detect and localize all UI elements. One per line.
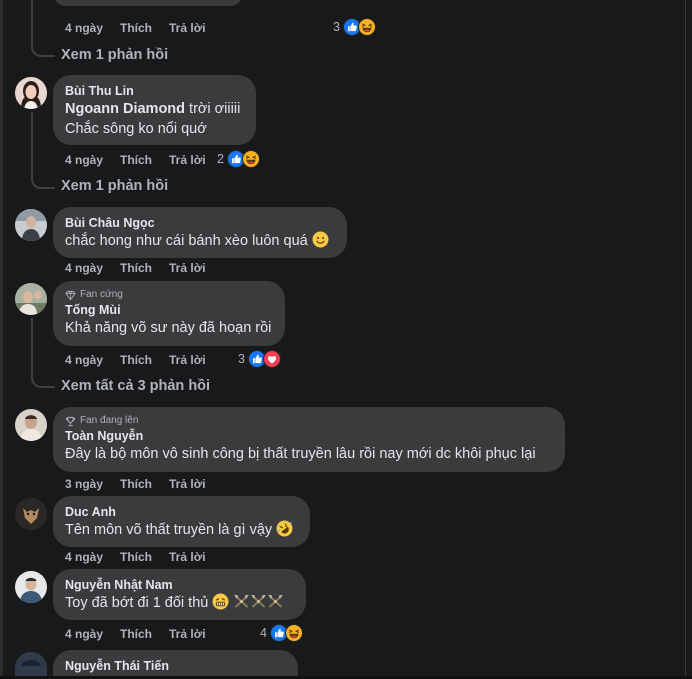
thread-connector [31, 177, 55, 189]
haha-icon [358, 18, 376, 36]
rofl-emoji-icon [276, 520, 293, 537]
badge-label: Fan đang lên [80, 415, 139, 426]
reaction-summary[interactable]: 3 [238, 350, 281, 368]
comment-author[interactable]: Nguyễn Nhật Nam [65, 577, 294, 593]
comment-bubble: Bùi Châu Ngọc chắc hong như cái bánh xèo… [53, 207, 347, 258]
comment-bubble [53, 0, 243, 6]
comment-author[interactable]: Bùi Châu Ngọc [65, 215, 335, 231]
reaction-count: 4 [260, 626, 267, 640]
avatar[interactable] [15, 409, 47, 441]
comment-time[interactable]: 4 ngày [65, 353, 103, 367]
comment-bubble: Bùi Thu Lin Ngoann Diamond trời ơiiiii C… [53, 75, 256, 145]
comment-actions: 4 ngày Thích Trả lời [65, 260, 223, 276]
badge-label: Fan cứng [80, 289, 123, 300]
comment-text-part: trời ơiiiii [185, 101, 241, 117]
comment-author[interactable]: Tống Mùi [65, 302, 273, 318]
love-icon [263, 350, 281, 368]
comment-actions: 4 ngày Thích Trả lời [65, 549, 223, 565]
reply-button[interactable]: Trả lời [169, 21, 206, 35]
crossed-swords-icon [267, 593, 284, 610]
avatar[interactable] [15, 571, 47, 603]
comment-time[interactable]: 4 ngày [65, 627, 103, 641]
like-button[interactable]: Thích [120, 550, 152, 564]
comment-bubble: Nguyễn Thái Tiến [53, 650, 298, 676]
comment-author[interactable]: Bùi Thu Lin [65, 83, 244, 99]
comment-bubble: Duc Anh Tên môn võ thất truyền là gì vậy [53, 496, 310, 547]
comment-time[interactable]: 4 ngày [65, 21, 103, 35]
right-divider [685, 0, 686, 679]
comment-text-line: Chắc sông ko nổi quớ [65, 121, 207, 137]
thread-line [31, 318, 33, 376]
comment-text: Ngoann Diamond trời ơiiiii [65, 99, 244, 119]
like-button[interactable]: Thích [120, 353, 152, 367]
avatar[interactable] [15, 283, 47, 315]
reply-button[interactable]: Trả lời [169, 477, 206, 491]
comment-time[interactable]: 3 ngày [65, 477, 103, 491]
like-button[interactable]: Thích [120, 477, 152, 491]
comment-text: Khả năng võ sư này đã hoạn rồi [65, 320, 272, 336]
comment-actions: 4 ngày Thích Trả lời [65, 152, 223, 168]
comment-author[interactable]: Toàn Nguyễn [65, 428, 553, 444]
comment-text-content: Toy đã bớt đi 1 đối thủ [65, 595, 209, 611]
comment-text: Tên môn võ thất truyền là gì vậy [65, 520, 298, 540]
smile-emoji-icon [312, 231, 329, 248]
comment-bubble: Fan đang lên Toàn Nguyễn Đây là bộ môn v… [53, 407, 565, 472]
reply-button[interactable]: Trả lời [169, 550, 206, 564]
thread-line [31, 112, 33, 177]
comment-actions: 4 ngày Thích Trả lời [65, 20, 223, 36]
avatar[interactable] [15, 209, 47, 241]
haha-icon [242, 150, 260, 168]
diamond-icon [65, 290, 76, 301]
comment-bubble: Nguyễn Nhật Nam Toy đã bớt đi 1 đối thủ [53, 569, 306, 620]
comment-text: Toy đã bớt đi 1 đối thủ [65, 593, 294, 613]
reaction-summary[interactable]: 4 [260, 624, 303, 642]
comment-time[interactable]: 4 ngày [65, 153, 103, 167]
thread-connector [31, 45, 55, 57]
left-edge [0, 0, 3, 679]
like-button[interactable]: Thích [120, 627, 152, 641]
comment-author[interactable]: Duc Anh [65, 504, 298, 520]
grin-emoji-icon [212, 593, 229, 610]
like-button[interactable]: Thích [120, 21, 152, 35]
comment-time[interactable]: 4 ngày [65, 550, 103, 564]
crossed-swords-icon [233, 593, 250, 610]
reply-button[interactable]: Trả lời [169, 153, 206, 167]
reaction-summary[interactable]: 2 [217, 150, 260, 168]
reaction-count: 3 [238, 352, 245, 366]
comment-actions: 4 ngày Thích Trả lời [65, 626, 223, 642]
comment-text: Đây là bộ môn vô sinh công bị thất truyề… [65, 446, 536, 462]
thread-line [31, 0, 33, 46]
like-button[interactable]: Thích [120, 153, 152, 167]
reaction-count: 3 [333, 20, 340, 34]
crossed-swords-icon [250, 593, 267, 610]
comment-text-content: chắc hong như cái bánh xèo luôn quá [65, 233, 308, 249]
reply-button[interactable]: Trả lời [169, 627, 206, 641]
thread-connector [31, 376, 55, 388]
like-button[interactable]: Thích [120, 261, 152, 275]
comment-actions: 4 ngày Thích Trả lời [65, 352, 223, 368]
trophy-icon [65, 416, 76, 427]
avatar[interactable] [15, 652, 47, 676]
comment-bubble: Fan cứng Tống Mùi Khả năng võ sư này đã … [53, 281, 285, 346]
fan-badge: Fan đang lên [65, 414, 553, 428]
reply-button[interactable]: Trả lời [169, 353, 206, 367]
reply-button[interactable]: Trả lời [169, 261, 206, 275]
haha-icon [285, 624, 303, 642]
reaction-summary[interactable]: 3 [333, 18, 376, 36]
comment-text: chắc hong như cái bánh xèo luôn quá [65, 231, 335, 251]
avatar[interactable] [15, 77, 47, 109]
fan-badge: Fan cứng [65, 288, 273, 302]
reaction-count: 2 [217, 152, 224, 166]
comment-actions: 3 ngày Thích Trả lời [65, 476, 223, 492]
avatar[interactable] [15, 498, 47, 530]
view-replies-link[interactable]: Xem 1 phản hồi [61, 178, 168, 194]
comment-author[interactable]: Nguyễn Thái Tiến [65, 658, 286, 674]
comment-text-content: Tên môn võ thất truyền là gì vậy [65, 522, 273, 538]
mention-link[interactable]: Ngoann Diamond [65, 101, 185, 117]
view-replies-link[interactable]: Xem tất cả 3 phản hồi [61, 378, 210, 394]
view-replies-link[interactable]: Xem 1 phản hồi [61, 47, 168, 63]
comment-time[interactable]: 4 ngày [65, 261, 103, 275]
